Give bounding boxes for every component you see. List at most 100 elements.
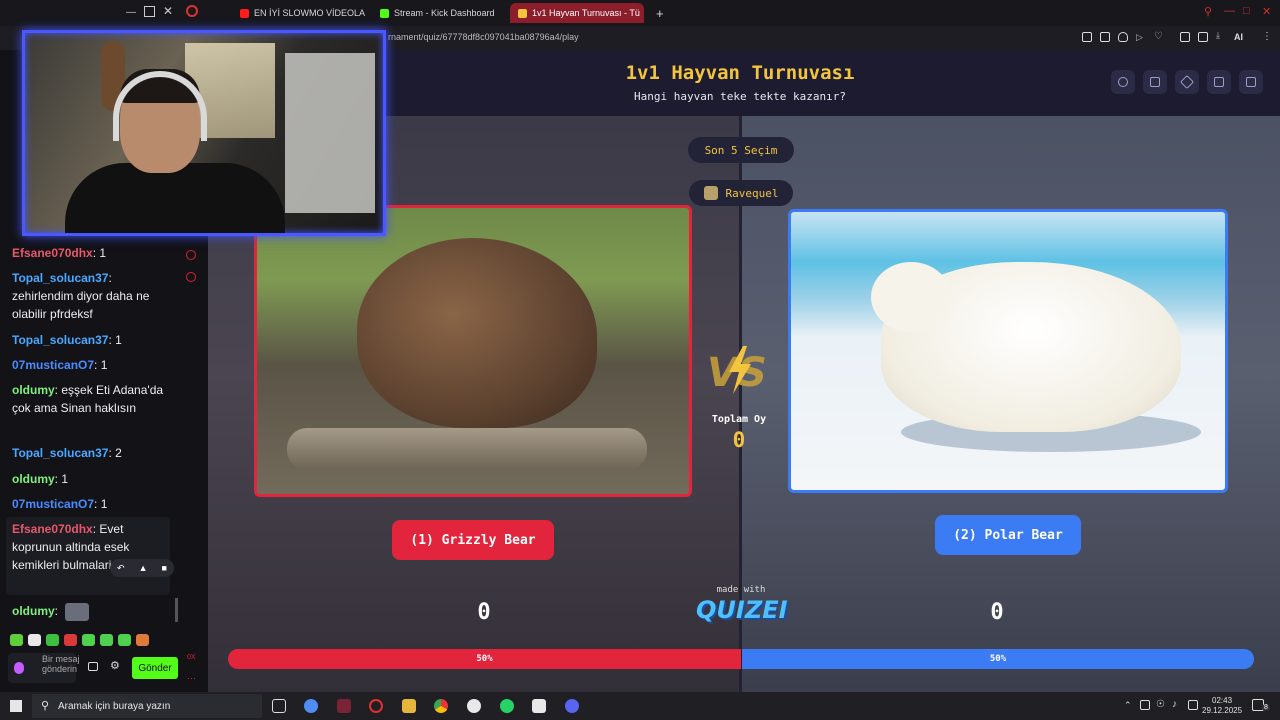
last-choices-button[interactable]: Son 5 Seçim — [688, 137, 794, 163]
chat-input-placeholder: Bir mesaj gönderin — [42, 654, 80, 674]
emote-icon[interactable] — [118, 634, 131, 646]
pin-icon[interactable] — [1082, 32, 1092, 42]
ai-button[interactable]: AI — [1234, 32, 1243, 42]
reply-icon[interactable]: ↶ — [117, 563, 125, 574]
quiz-icon — [518, 8, 527, 18]
speaker-icon[interactable]: ♪ — [1172, 699, 1177, 710]
task-view-icon[interactable] — [272, 699, 286, 713]
search-icon[interactable]: ⚲ — [1204, 5, 1212, 18]
webcam-overlay — [22, 30, 386, 236]
emote-icon[interactable] — [82, 634, 95, 646]
chat-username[interactable]: oldumy — [12, 472, 55, 486]
windows-taskbar: ⚲ Aramak için buraya yazın ⌃ ☉ ♪ 02:43 2… — [0, 692, 1280, 720]
wifi-icon[interactable]: ☉ — [1156, 699, 1165, 710]
file-icon[interactable] — [532, 699, 546, 713]
pin-icon[interactable]: ▲ — [139, 563, 148, 573]
more-icon[interactable]: ⋯ — [187, 673, 196, 684]
player-name: Ravequel — [725, 186, 779, 200]
tab-kick-dashboard[interactable]: Stream - Kick Dashboard — [372, 3, 506, 23]
choice-card-right[interactable] — [788, 209, 1228, 493]
emote-icon[interactable] — [28, 634, 41, 646]
settings-icon[interactable] — [186, 272, 196, 282]
flag-icon[interactable] — [1207, 70, 1231, 94]
quizei-logo[interactable]: QUIZEI — [696, 596, 788, 624]
emote-icon[interactable] — [100, 634, 113, 646]
play-icon[interactable]: ▷ — [1136, 32, 1146, 42]
send-icon[interactable] — [1175, 70, 1199, 94]
new-tab-button[interactable]: + — [648, 3, 678, 23]
chat-text: : 1 — [108, 333, 122, 347]
chat-username[interactable]: Efsane070dhx — [12, 522, 93, 536]
fullscreen-icon[interactable] — [1239, 70, 1263, 94]
whatsapp-icon[interactable] — [500, 699, 514, 713]
chat-username[interactable]: Topal_solucan37 — [12, 271, 108, 285]
url-text[interactable]: rnament/quiz/67778df8c097041ba08796a4/pl… — [388, 32, 579, 42]
total-votes-label: Toplam Oy — [711, 414, 767, 425]
opera-icon[interactable] — [369, 699, 383, 713]
keyboard-icon[interactable] — [1188, 700, 1198, 710]
delete-icon[interactable]: ■ — [162, 563, 167, 573]
made-with-label: made with — [716, 585, 766, 595]
chevron-up-icon[interactable]: ⌃ — [1124, 700, 1132, 711]
screenshot-icon[interactable] — [1100, 32, 1110, 42]
emote-icon[interactable] — [64, 634, 77, 646]
microphone-icon[interactable] — [14, 662, 24, 674]
windows-start-icon[interactable] — [10, 700, 22, 712]
chat-message: Topal_solucan37: 2 — [12, 444, 172, 462]
chat-text: : 2 — [108, 446, 122, 460]
folder-icon[interactable] — [402, 699, 416, 713]
chat-scrollbar[interactable] — [175, 598, 178, 622]
window-close-icon[interactable]: ✕ — [1262, 5, 1271, 18]
window-minimize-icon[interactable]: — — [1224, 5, 1235, 17]
heart-icon[interactable]: ♡ — [1154, 31, 1164, 42]
chrome-icon[interactable] — [434, 699, 448, 713]
left-percent-bar: 50% — [228, 649, 741, 669]
maximize-icon[interactable] — [144, 6, 155, 17]
tab-hayvan-turnuvasi[interactable]: 1v1 Hayvan Turnuvası - Tü — [510, 3, 644, 23]
chat-username[interactable]: 07musticanO7 — [12, 358, 94, 372]
mod-icon[interactable] — [186, 250, 196, 260]
chat-username[interactable]: Topal_solucan37 — [12, 446, 108, 460]
vote-polar-button[interactable]: (2) Polar Bear — [935, 515, 1081, 555]
chat-username[interactable]: Topal_solucan37 — [12, 333, 108, 347]
download-icon[interactable]: ⤓ — [1216, 30, 1226, 40]
vs-icon: VS — [707, 346, 767, 396]
app-icon[interactable] — [337, 699, 351, 713]
wallet-icon[interactable] — [1198, 32, 1208, 42]
chat-text: : 1 — [92, 246, 107, 260]
chat-username[interactable]: Efsane070dhx — [12, 246, 93, 260]
emote-icon[interactable] — [46, 634, 59, 646]
chat-username[interactable]: oldumy — [12, 383, 55, 397]
gear-icon[interactable]: ⚙ — [110, 659, 120, 672]
window-maximize-icon[interactable]: □ — [1243, 5, 1250, 17]
chat-text: : — [54, 604, 59, 618]
discord-icon[interactable] — [565, 699, 579, 713]
app-icon[interactable] — [467, 699, 481, 713]
copilot-icon[interactable] — [304, 699, 318, 713]
emote-icon[interactable] — [136, 634, 149, 646]
chat-input[interactable]: Bir mesaj gönderin — [8, 653, 80, 683]
chat-text: : 1 — [54, 472, 69, 486]
eye-icon[interactable] — [1111, 70, 1135, 94]
emote-icon[interactable] — [10, 634, 23, 646]
choice-card-left[interactable] — [254, 205, 692, 497]
shield-icon[interactable] — [1118, 32, 1128, 42]
opera-icon[interactable] — [186, 5, 198, 17]
extensions-icon[interactable] — [1180, 32, 1190, 42]
left-vote-count: 0 — [477, 600, 491, 625]
close-icon[interactable]: ✕ — [163, 4, 173, 18]
emote-bar — [10, 634, 149, 646]
minimize-icon[interactable]: — — [126, 7, 136, 18]
tab-slowmo[interactable]: EN İYİ SLOWMO VİDEOLA — [232, 3, 368, 23]
send-button[interactable]: Gönder — [132, 657, 178, 679]
chat-username[interactable]: 07musticanO7 — [12, 497, 94, 511]
player-badge[interactable]: Ravequel — [689, 180, 793, 206]
shop-icon[interactable] — [88, 662, 98, 671]
chat-username[interactable]: oldumy — [12, 604, 55, 618]
menu-icon[interactable]: ⋮ — [1262, 31, 1272, 42]
share-icon[interactable] — [1143, 70, 1167, 94]
taskbar-search[interactable]: ⚲ Aramak için buraya yazın — [32, 694, 262, 718]
clock[interactable]: 02:43 29.12.2025 — [1202, 696, 1242, 716]
tray-icon[interactable] — [1140, 700, 1150, 710]
vote-grizzly-button[interactable]: (1) Grizzly Bear — [392, 520, 554, 560]
